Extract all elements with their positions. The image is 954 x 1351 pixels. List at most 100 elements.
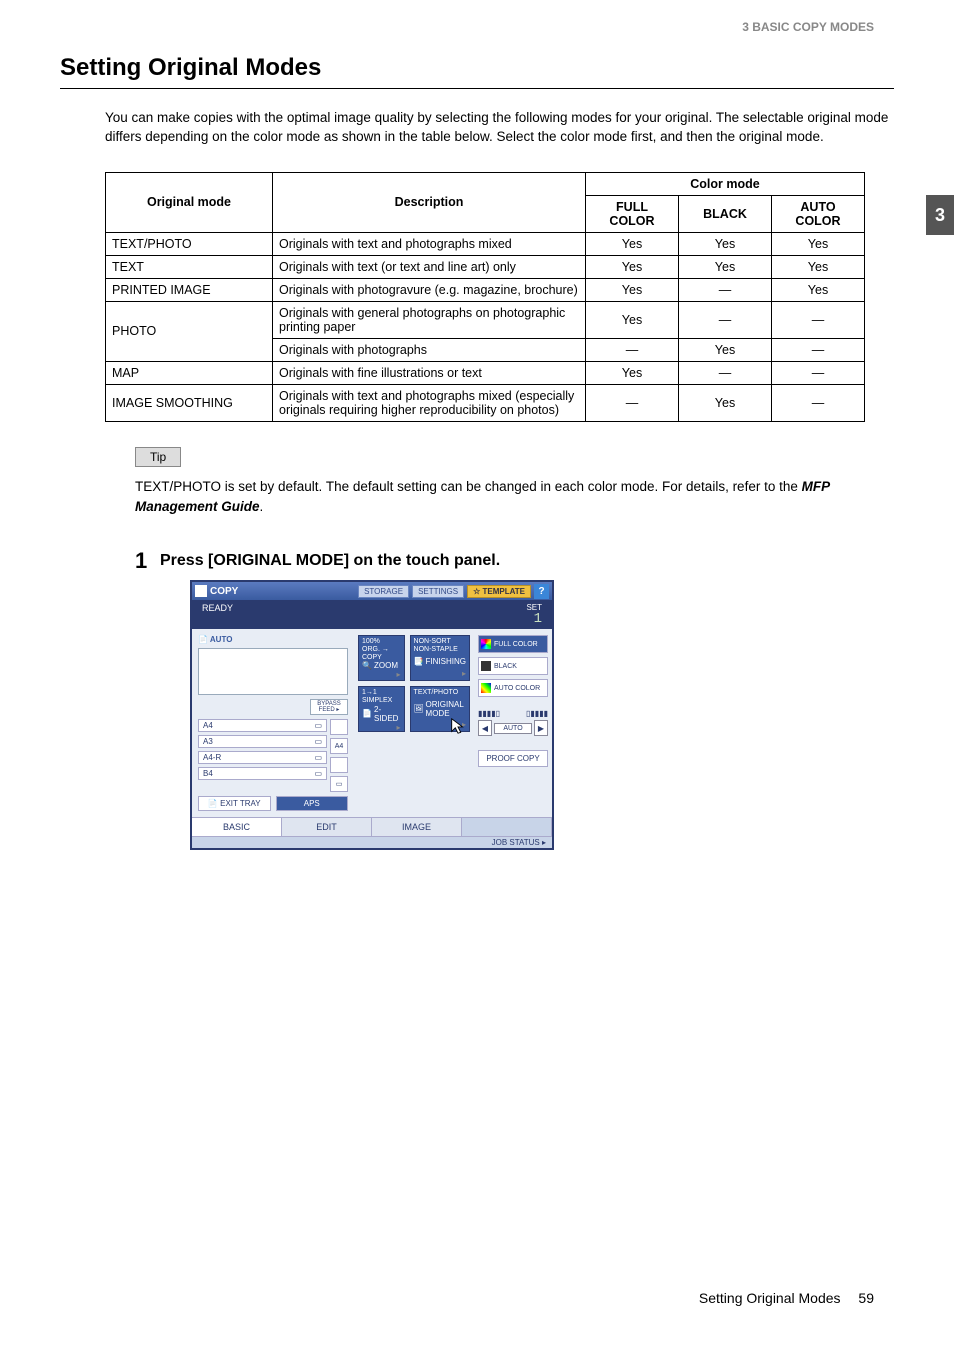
side-tray-spacer [330, 719, 348, 735]
table-row: TEXT/PHOTO Originals with text and photo… [106, 232, 865, 255]
template-label: TEMPLATE [482, 587, 525, 596]
density-up-button[interactable]: ▶ [534, 720, 548, 736]
original-mode-icon: 🖼 [414, 704, 423, 713]
side-chapter-tab: 3 [926, 195, 954, 235]
paper-preview [198, 648, 348, 695]
cell-black: Yes [679, 232, 772, 255]
cell-black: — [679, 301, 772, 338]
cell-desc: Originals with general photographs on ph… [273, 301, 586, 338]
bypass-feed-button[interactable]: BYPASS FEED ▸ [310, 699, 348, 715]
cell-auto: — [772, 384, 865, 421]
pointer-cursor-icon [449, 717, 467, 735]
density-slider[interactable]: ▮▮▮▮▯▯▮▮▮▮ ◀ AUTO ▶ [478, 709, 548, 736]
job-status-button[interactable]: JOB STATUS ▸ [192, 836, 552, 848]
twosided-icon: 📄 [362, 709, 371, 718]
density-auto-button[interactable]: AUTO [494, 723, 532, 734]
cell-auto: Yes [772, 255, 865, 278]
tray-b4[interactable]: B4▭ [198, 767, 327, 780]
cell-full: Yes [586, 301, 679, 338]
cell-desc: Originals with text and photographs mixe… [273, 384, 586, 421]
cell-auto: Yes [772, 278, 865, 301]
cell-full: Yes [586, 278, 679, 301]
proof-copy-button[interactable]: PROOF COPY [478, 750, 548, 767]
cell-full: — [586, 338, 679, 361]
tip-label: Tip [135, 447, 181, 467]
cell-full: Yes [586, 255, 679, 278]
full-color-swatch-icon [481, 639, 491, 649]
tip-text-a: TEXT/PHOTO is set by default. The defaul… [135, 479, 802, 494]
cell-full: Yes [586, 232, 679, 255]
help-button[interactable]: ? [534, 584, 549, 599]
storage-button[interactable]: STORAGE [358, 585, 409, 598]
side-tray-a4[interactable]: A4 [330, 738, 348, 754]
tip-paragraph: TEXT/PHOTO is set by default. The defaul… [135, 477, 894, 518]
template-button[interactable]: ☆ TEMPLATE [467, 585, 531, 598]
table-row: PRINTED IMAGE Originals with photogravur… [106, 278, 865, 301]
copy-count: 1 [526, 612, 542, 626]
step-title: Press [ORIGINAL MODE] on the touch panel… [160, 552, 894, 570]
auto-color-button[interactable]: AUTO COLOR [478, 679, 548, 697]
th-original-mode: Original mode [106, 172, 273, 232]
tab-edit[interactable]: EDIT [282, 818, 372, 836]
table-row: PHOTO Originals with general photographs… [106, 301, 865, 338]
tab-basic[interactable]: BASIC [192, 818, 282, 836]
cell-desc: Originals with fine illustrations or tex… [273, 361, 586, 384]
exit-tray-button[interactable]: 📄 EXIT TRAY [198, 796, 271, 811]
page-number: 59 [858, 1290, 874, 1306]
th-description: Description [273, 172, 586, 232]
zoom-ratio-tile[interactable]: 100%ORG. → COPY 🔍ZOOM ▸ [358, 635, 405, 681]
cell-full: — [586, 384, 679, 421]
black-button[interactable]: BLACK [478, 657, 548, 675]
cell-black: Yes [679, 338, 772, 361]
th-full-color: FULL COLOR [586, 195, 679, 232]
cell-black: Yes [679, 384, 772, 421]
page-footer: Setting Original Modes 59 [699, 1290, 874, 1306]
footer-title: Setting Original Modes [699, 1290, 841, 1306]
cell-auto: — [772, 338, 865, 361]
table-row: TEXT Originals with text (or text and li… [106, 255, 865, 278]
th-auto-color: AUTO COLOR [772, 195, 865, 232]
title-rule [60, 88, 894, 89]
simplex-tile[interactable]: 1→1SIMPLEX 📄2-SIDED ▸ [358, 686, 405, 732]
settings-button[interactable]: SETTINGS [412, 585, 464, 598]
cell-auto: — [772, 301, 865, 338]
zoom-icon: 🔍 [362, 661, 371, 670]
cell-mode: TEXT [106, 255, 273, 278]
page-title: Setting Original Modes [60, 54, 894, 82]
tab-image[interactable]: IMAGE [372, 818, 462, 836]
status-bar: READY SET1 [192, 600, 552, 629]
tray-a4[interactable]: A4▭ [198, 719, 327, 732]
black-swatch-icon [481, 661, 491, 671]
cell-mode: IMAGE SMOOTHING [106, 384, 273, 421]
cell-black: — [679, 361, 772, 384]
cell-mode: TEXT/PHOTO [106, 232, 273, 255]
original-mode-tile[interactable]: TEXT/PHOTO 🖼ORIGINAL MODE ▸ [410, 686, 470, 732]
intro-paragraph: You can make copies with the optimal ima… [105, 109, 894, 147]
side-tray-spacer [330, 757, 348, 773]
cell-auto: — [772, 361, 865, 384]
cell-desc: Originals with photographs [273, 338, 586, 361]
cell-black: — [679, 278, 772, 301]
cell-mode: MAP [106, 361, 273, 384]
table-row: MAP Originals with fine illustrations or… [106, 361, 865, 384]
th-color-mode: Color mode [586, 172, 865, 195]
full-color-button[interactable]: FULL COLOR [478, 635, 548, 653]
finishing-icon: 📑 [414, 657, 423, 666]
tray-a4r[interactable]: A4-R▭ [198, 751, 327, 764]
chapter-header: 3 BASIC COPY MODES [60, 20, 894, 34]
tray-a3[interactable]: A3▭ [198, 735, 327, 748]
modes-table: Original mode Description Color mode FUL… [105, 172, 865, 422]
finishing-tile[interactable]: NON-SORT NON-STAPLE 📑FINISHING ▸ [410, 635, 470, 681]
step-number: 1 [135, 548, 147, 574]
cell-desc: Originals with text (or text and line ar… [273, 255, 586, 278]
copy-icon [195, 585, 207, 597]
cell-mode: PHOTO [106, 301, 273, 361]
panel-title-bar: COPY STORAGE SETTINGS ☆ TEMPLATE ? [192, 582, 552, 600]
density-down-button[interactable]: ◀ [478, 720, 492, 736]
tab-spacer [462, 818, 552, 836]
th-black: BLACK [679, 195, 772, 232]
cell-desc: Originals with photogravure (e.g. magazi… [273, 278, 586, 301]
cell-full: Yes [586, 361, 679, 384]
aps-button[interactable]: APS [276, 796, 349, 811]
tip-text-c: . [260, 499, 264, 514]
